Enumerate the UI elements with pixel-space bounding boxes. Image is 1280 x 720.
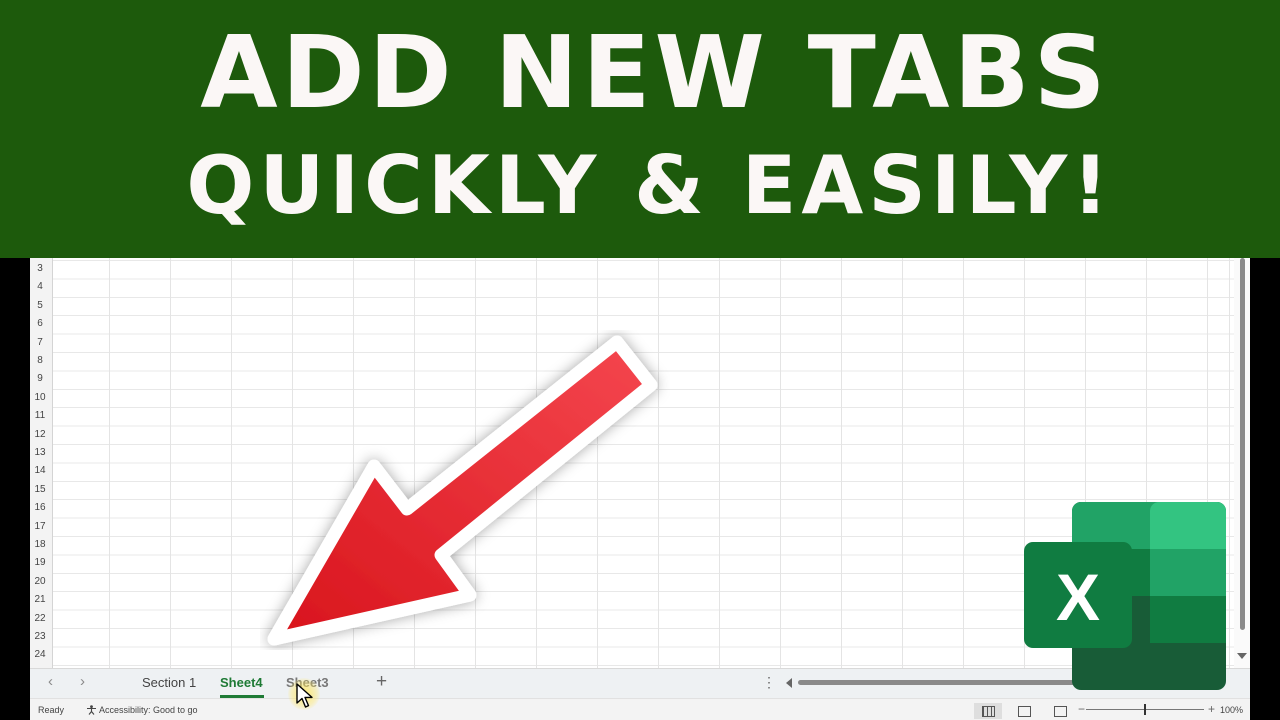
row-number[interactable]: 24 — [30, 646, 50, 664]
mouse-cursor-icon — [296, 683, 313, 708]
row-number[interactable]: 20 — [30, 573, 50, 591]
tab-section-1[interactable]: Section 1 — [142, 675, 196, 690]
row-number[interactable]: 14 — [30, 462, 50, 480]
scroll-left-arrow-icon[interactable] — [786, 678, 792, 688]
row-number[interactable]: 19 — [30, 554, 50, 572]
normal-view-icon — [982, 706, 995, 717]
add-sheet-button[interactable]: + — [376, 671, 387, 693]
zoom-level[interactable]: 100% — [1220, 705, 1243, 715]
more-options-icon[interactable]: ⋮ — [762, 674, 776, 691]
row-number[interactable]: 22 — [30, 610, 50, 628]
page-break-icon — [1054, 706, 1067, 717]
row-number[interactable]: 5 — [30, 297, 50, 315]
next-sheet-icon[interactable]: › — [80, 673, 85, 690]
row-number[interactable]: 23 — [30, 628, 50, 646]
scroll-down-arrow-icon[interactable] — [1237, 653, 1247, 659]
row-number[interactable]: 15 — [30, 481, 50, 499]
row-number[interactable]: 8 — [30, 352, 50, 370]
vertical-scroll-thumb[interactable] — [1240, 258, 1245, 630]
row-number[interactable]: 12 — [30, 426, 50, 444]
status-bar: Ready Accessibility: Good to go − + 100% — [30, 698, 1250, 720]
zoom-slider[interactable] — [1086, 704, 1204, 715]
status-ready: Ready — [38, 705, 65, 715]
row-number[interactable]: 18 — [30, 536, 50, 554]
excel-logo-icon: X — [1024, 502, 1226, 690]
accessibility-status[interactable]: Accessibility: Good to go — [86, 705, 198, 715]
banner-title-line1: ADD NEW TABS — [200, 14, 1110, 131]
accessibility-icon — [87, 705, 96, 715]
zoom-out-button[interactable]: − — [1078, 702, 1085, 716]
previous-sheet-icon[interactable]: ‹ — [48, 673, 53, 690]
row-number[interactable]: 13 — [30, 444, 50, 462]
zoom-slider-knob[interactable] — [1144, 704, 1146, 715]
vertical-scrollbar[interactable] — [1234, 258, 1250, 668]
row-headers: 3 4 5 6 7 8 9 10 11 12 13 14 15 16 17 18 19 20 21 22 23 24 — [30, 258, 53, 668]
accessibility-status-label: Accessibility: Good to go — [99, 705, 198, 715]
row-number[interactable]: 3 — [30, 260, 50, 278]
page-layout-view-button[interactable] — [1010, 703, 1038, 719]
row-number[interactable]: 6 — [30, 315, 50, 333]
row-number[interactable]: 21 — [30, 591, 50, 609]
row-number[interactable]: 17 — [30, 518, 50, 536]
row-number[interactable]: 9 — [30, 370, 50, 388]
zoom-in-button[interactable]: + — [1208, 702, 1215, 716]
banner-title-line2: QUICKLY & EASILY! — [186, 139, 1114, 232]
page-layout-icon — [1018, 706, 1031, 717]
row-number[interactable]: 10 — [30, 389, 50, 407]
row-number[interactable]: 16 — [30, 499, 50, 517]
page-break-view-button[interactable] — [1046, 703, 1074, 719]
red-arrow-icon — [267, 335, 658, 646]
title-banner: ADD NEW TABS QUICKLY & EASILY! — [0, 0, 1280, 258]
row-number[interactable]: 11 — [30, 407, 50, 425]
normal-view-button[interactable] — [974, 703, 1002, 719]
row-number[interactable]: 4 — [30, 278, 50, 296]
tab-sheet4[interactable]: Sheet4 — [220, 675, 263, 690]
row-number[interactable]: 7 — [30, 334, 50, 352]
excel-logo-letter: X — [1056, 560, 1100, 634]
